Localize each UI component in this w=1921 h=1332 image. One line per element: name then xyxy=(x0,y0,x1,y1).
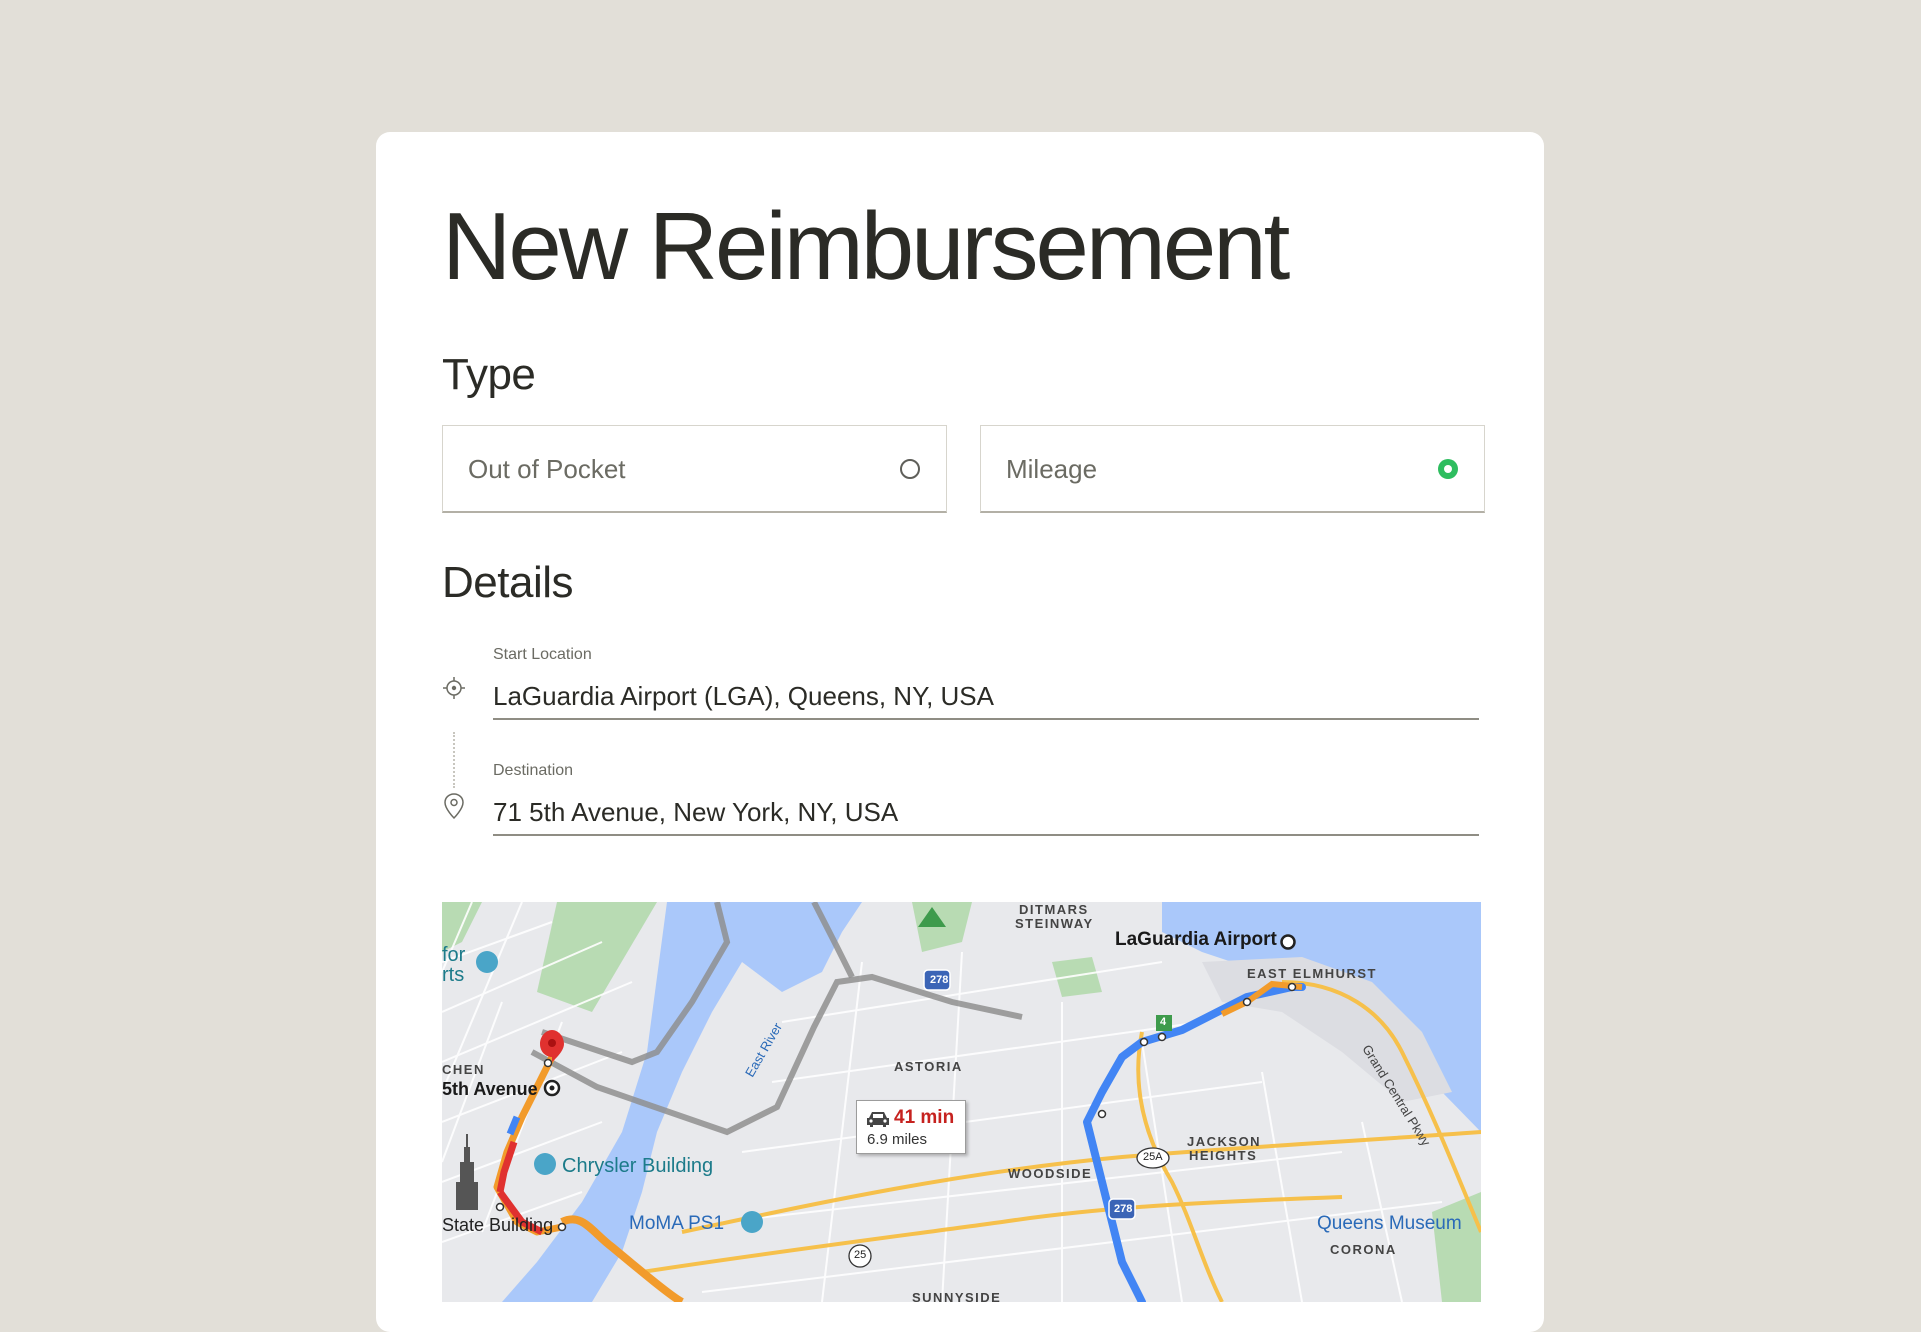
moma-ps1-label[interactable]: MoMA PS1 xyxy=(629,1213,724,1235)
reimbursement-card: New Reimbursement Type Out of Pocket Mil… xyxy=(376,132,1544,1332)
map-pin-icon xyxy=(442,792,466,820)
radio-selected-icon[interactable] xyxy=(1438,459,1458,479)
rts-label: rts xyxy=(442,964,465,986)
radio-option-out-of-pocket[interactable]: Out of Pocket xyxy=(442,425,947,513)
queens-museum-label[interactable]: Queens Museum xyxy=(1317,1213,1462,1235)
sunnyside-label: SUNNYSIDE xyxy=(912,1290,1002,1302)
chen-label: CHEN xyxy=(442,1062,485,1077)
route-map[interactable]: LaGuardia Airport DITMARS STEINWAY EAST … xyxy=(442,902,1481,1302)
laguardia-airport-label[interactable]: LaGuardia Airport xyxy=(1115,929,1277,951)
shield-278-bottom-label: 278 xyxy=(1114,1203,1133,1215)
radio-option-mileage[interactable]: Mileage xyxy=(980,425,1485,513)
jackson-label: JACKSON xyxy=(1187,1134,1262,1149)
corona-label: CORONA xyxy=(1330,1242,1397,1257)
radio-label: Mileage xyxy=(1006,454,1098,484)
shield-25a-label: 25A xyxy=(1143,1151,1163,1163)
chrysler-poi-icon xyxy=(534,1153,556,1175)
astoria-label: ASTORIA xyxy=(894,1059,963,1074)
details-heading: Details xyxy=(442,558,574,607)
type-heading: Type xyxy=(442,350,536,399)
moma-poi-icon xyxy=(741,1211,763,1233)
destination-field: Destination xyxy=(442,758,1479,854)
chrysler-building-label[interactable]: Chrysler Building xyxy=(562,1155,713,1178)
origin-marker-icon xyxy=(1280,934,1296,950)
start-location-field: Start Location xyxy=(442,642,1479,738)
east-elmhurst-label: EAST ELMHURST xyxy=(1247,966,1377,981)
state-building-label[interactable]: State Building xyxy=(442,1215,553,1236)
heights-label: HEIGHTS xyxy=(1189,1148,1258,1163)
start-location-input[interactable] xyxy=(493,674,1479,720)
fifth-avenue-label[interactable]: 5th Avenue xyxy=(442,1079,538,1100)
steinway-label: STEINWAY xyxy=(1015,916,1094,931)
radio-unselected-icon[interactable] xyxy=(900,459,920,479)
woodside-label: WOODSIDE xyxy=(1008,1166,1093,1181)
shield-278-top-label: 278 xyxy=(930,974,949,986)
destination-label: Destination xyxy=(493,762,574,779)
shield-25-label: 25 xyxy=(854,1249,867,1261)
route-distance: 6.9 miles xyxy=(867,1131,928,1148)
car-icon xyxy=(865,1109,891,1129)
page-title: New Reimbursement xyxy=(442,193,1290,300)
theater-poi-icon xyxy=(476,951,498,973)
ditmars-label: DITMARS xyxy=(1019,902,1089,917)
route-time: 41 min xyxy=(894,1107,955,1128)
shield-4-label: 4 xyxy=(1160,1016,1167,1028)
type-radio-group: Out of Pocket Mileage xyxy=(442,425,1485,515)
start-location-label: Start Location xyxy=(493,646,592,663)
destination-input[interactable] xyxy=(493,790,1479,836)
route-summary-callout[interactable]: 41 min 6.9 miles xyxy=(856,1100,966,1154)
crosshair-icon xyxy=(442,676,466,700)
radio-label: Out of Pocket xyxy=(468,454,626,484)
